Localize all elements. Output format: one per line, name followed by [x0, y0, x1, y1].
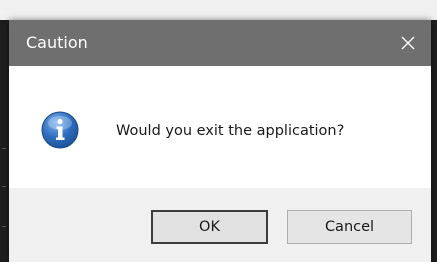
background-line — [2, 148, 6, 149]
dialog-titlebar[interactable]: Caution — [9, 20, 431, 66]
cancel-button[interactable]: Cancel — [287, 210, 412, 244]
background-window-top — [0, 0, 437, 20]
background-window-left — [0, 20, 9, 262]
close-icon — [401, 36, 415, 50]
dialog-title: Caution — [26, 33, 88, 52]
info-icon — [41, 111, 79, 149]
background-line — [2, 186, 6, 187]
background-line — [2, 226, 6, 227]
dialog-footer: OK Cancel — [9, 188, 431, 262]
ok-button[interactable]: OK — [151, 210, 268, 244]
close-button[interactable] — [385, 20, 431, 66]
dialog-message: Would you exit the application? — [116, 123, 345, 139]
dialog-content: Would you exit the application? — [9, 66, 431, 188]
background-window-right — [431, 20, 437, 262]
caution-dialog: Caution Would you exit the application? — [9, 20, 431, 262]
